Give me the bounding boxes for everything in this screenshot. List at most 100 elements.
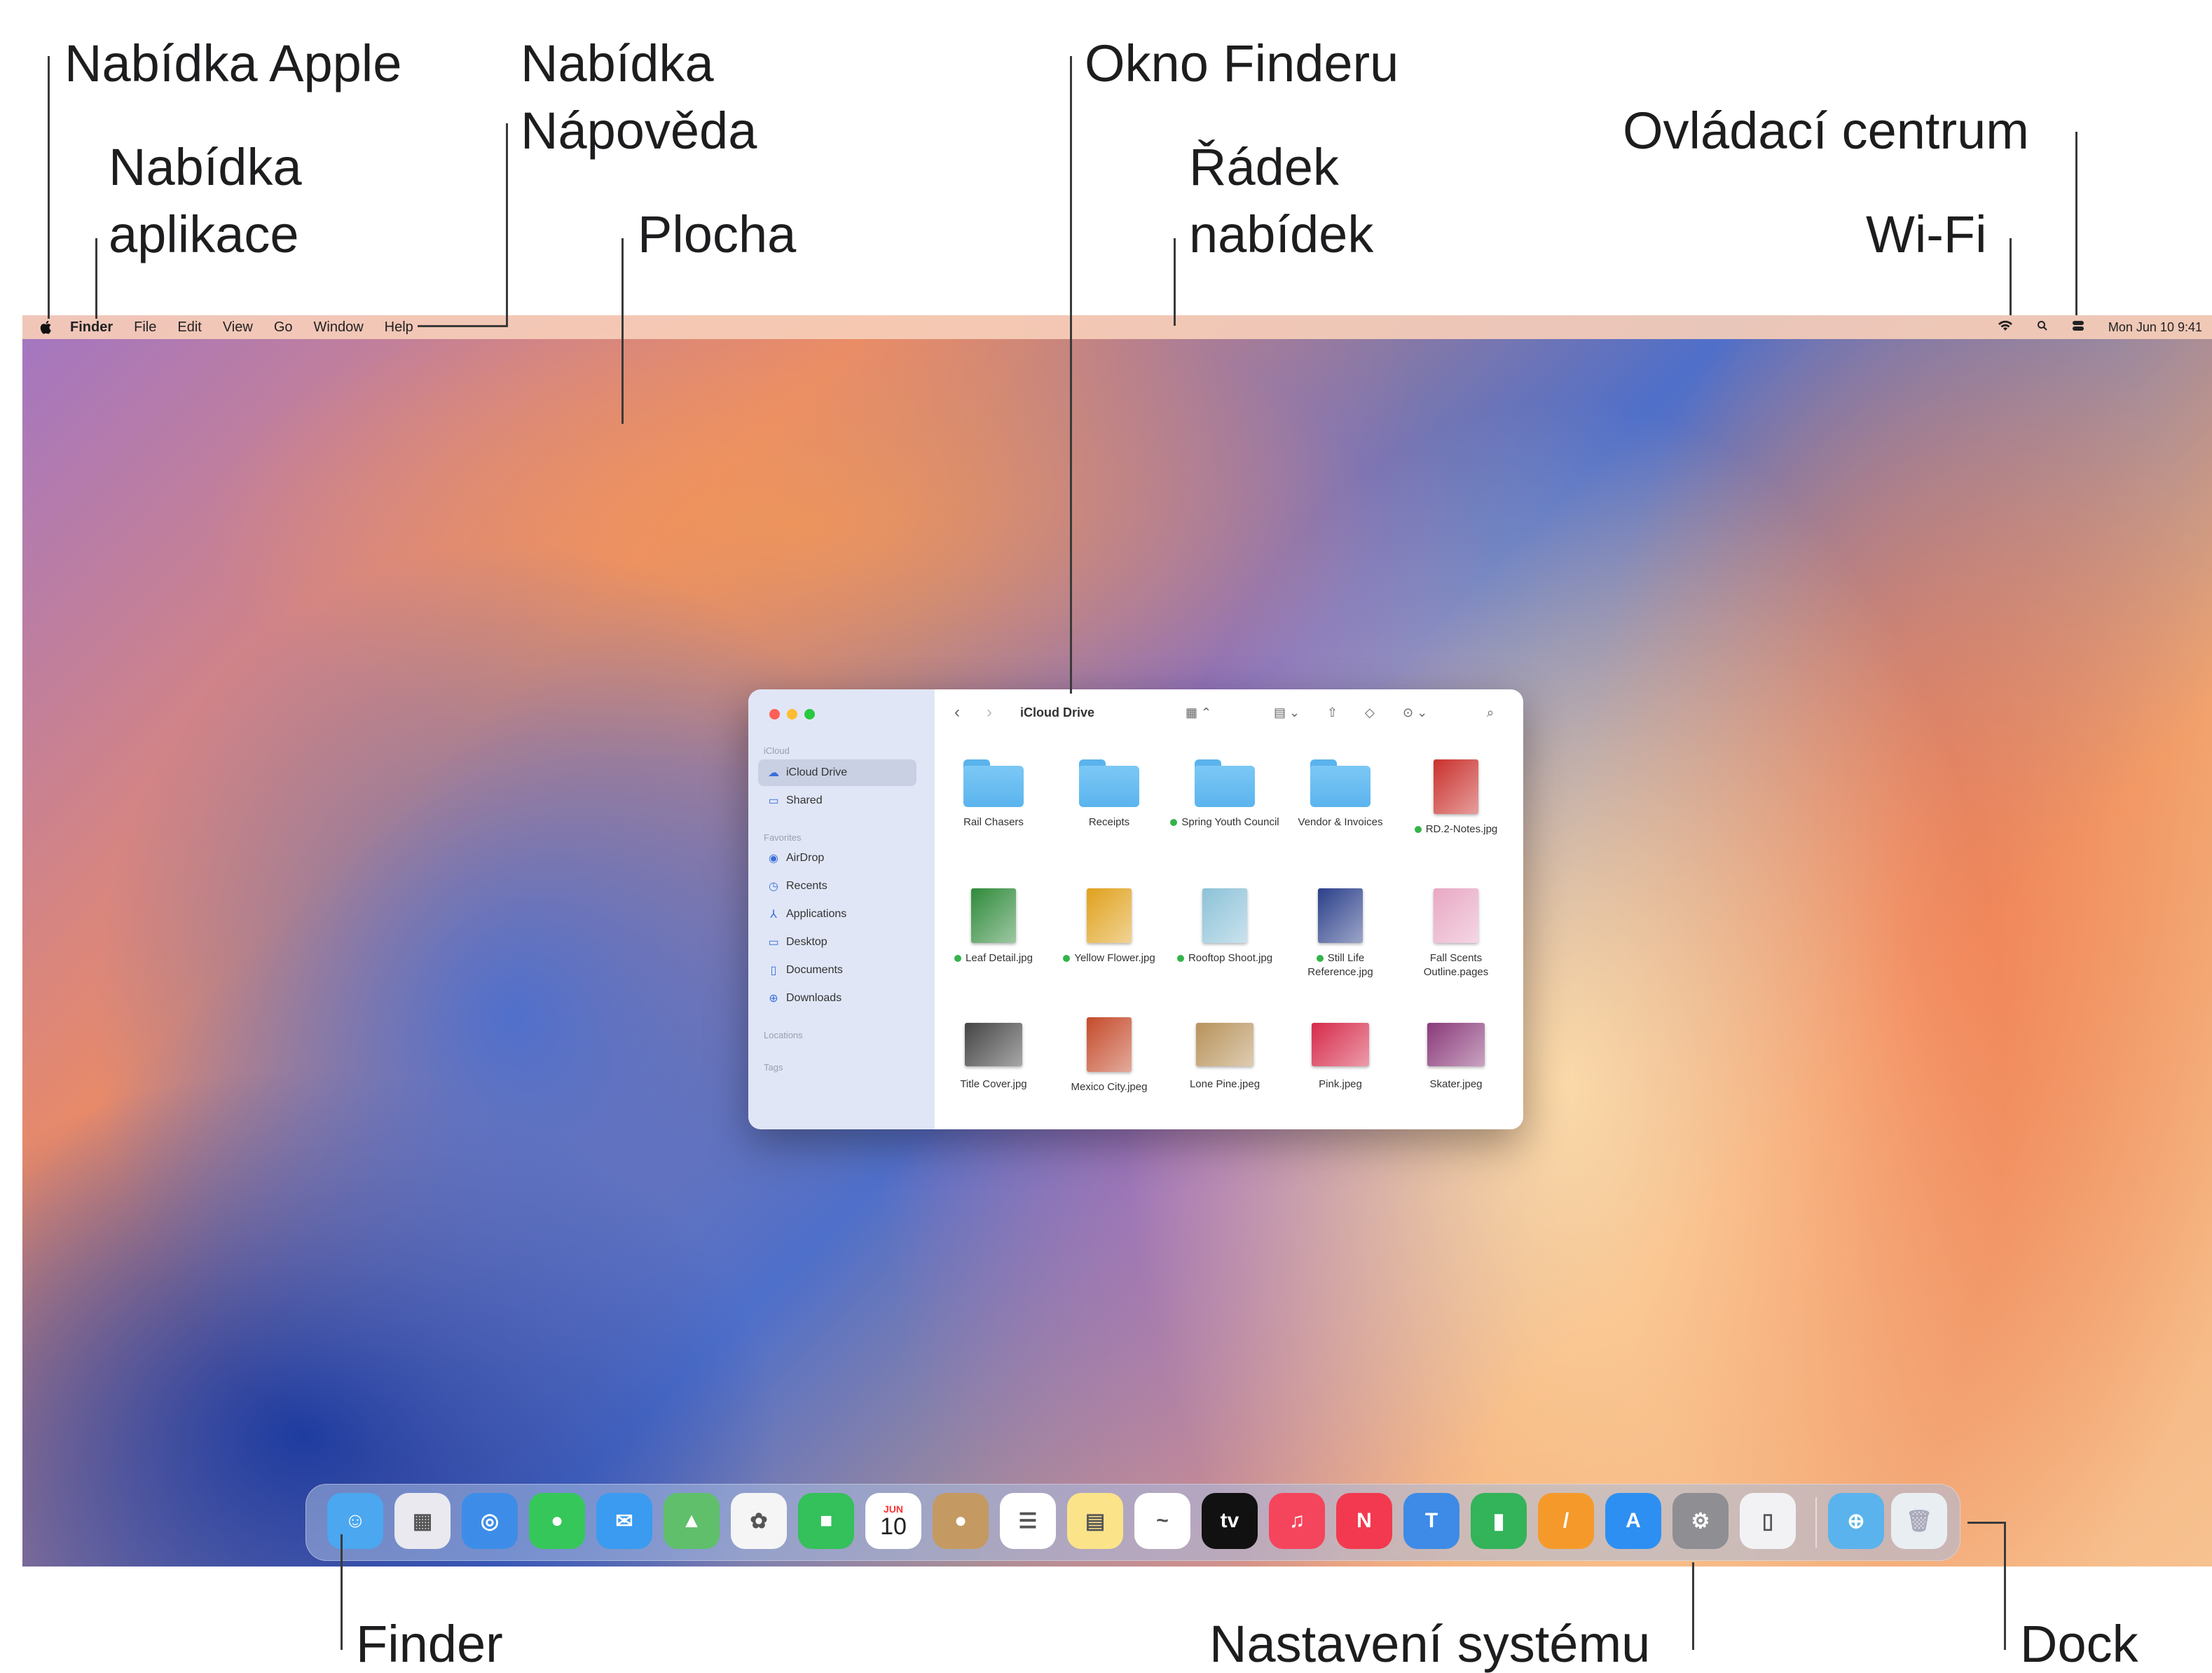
cloud-icon: ☁ bbox=[768, 767, 779, 779]
file-item[interactable]: Yellow Flower.jpg bbox=[1053, 888, 1165, 965]
download-icon: ⊕ bbox=[769, 993, 778, 1005]
file-item[interactable]: Leaf Detail.jpg bbox=[937, 888, 1050, 965]
leader-apple-menu bbox=[48, 56, 50, 319]
folder-item[interactable]: Receipts bbox=[1053, 759, 1165, 829]
iphone-mirroring-icon[interactable]: ▯ bbox=[1740, 1493, 1796, 1549]
callout-control-center: Ovládací centrum bbox=[1623, 102, 2029, 160]
control-center-icon[interactable] bbox=[2072, 320, 2084, 335]
sidebar-item-applications[interactable]: ⅄ Applications bbox=[758, 901, 916, 928]
launchpad-icon[interactable]: ▦ bbox=[394, 1493, 451, 1549]
menu-finder[interactable]: Finder bbox=[70, 319, 113, 336]
folder-item[interactable]: Spring Youth Council bbox=[1169, 759, 1281, 829]
freeform-icon[interactable]: ~ bbox=[1134, 1493, 1190, 1549]
folder-icon bbox=[1079, 759, 1139, 807]
file-item[interactable]: Pink.jpeg bbox=[1284, 1017, 1396, 1092]
clock-icon: ◷ bbox=[769, 881, 778, 893]
mail-icon[interactable]: ✉ bbox=[596, 1493, 652, 1549]
callout-system-settings: Nastavení systému bbox=[1209, 1615, 1651, 1673]
menu-go[interactable]: Go bbox=[274, 319, 293, 336]
facetime-icon[interactable]: ■ bbox=[798, 1493, 854, 1549]
wifi-icon[interactable] bbox=[1998, 320, 2013, 335]
notes-icon[interactable]: ▤ bbox=[1067, 1493, 1123, 1549]
close-button[interactable] bbox=[769, 709, 780, 720]
share-icon[interactable]: ⇧ bbox=[1327, 705, 1338, 720]
file-name: Rooftop Shoot.jpg bbox=[1188, 952, 1273, 964]
tag-icon[interactable]: ◇ bbox=[1365, 705, 1375, 720]
file-label: Spring Youth Council bbox=[1169, 815, 1281, 829]
messages-icon[interactable]: ● bbox=[529, 1493, 585, 1549]
maps-icon[interactable]: ▲ bbox=[664, 1493, 720, 1549]
forward-chevron-icon[interactable]: › bbox=[987, 703, 992, 722]
leader-help-menu-h bbox=[418, 325, 508, 327]
leader-control-center bbox=[2075, 132, 2077, 315]
finder-icon[interactable]: ☺ bbox=[327, 1493, 383, 1549]
music-icon[interactable]: ♫ bbox=[1269, 1493, 1325, 1549]
sidebar-item-shared[interactable]: ▭ Shared bbox=[758, 787, 916, 814]
sidebar-item-label: iCloud Drive bbox=[786, 766, 848, 778]
calendar-icon[interactable]: JUN 10 bbox=[865, 1493, 921, 1549]
sidebar-item-label: Downloads bbox=[786, 992, 842, 1004]
news-icon[interactable]: N bbox=[1336, 1493, 1392, 1549]
file-item[interactable]: Lone Pine.jpeg bbox=[1169, 1017, 1281, 1092]
safari-icon[interactable]: ◎ bbox=[462, 1493, 518, 1549]
menu-window[interactable]: Window bbox=[314, 319, 364, 336]
menu-edit[interactable]: Edit bbox=[177, 319, 201, 336]
applications-icon: ⅄ bbox=[770, 909, 777, 921]
photos-icon[interactable]: ✿ bbox=[731, 1493, 787, 1549]
back-chevron-icon[interactable]: ‹ bbox=[954, 703, 960, 722]
trash-icon[interactable]: 🗑 bbox=[1891, 1493, 1947, 1549]
folder-item[interactable]: Rail Chasers bbox=[937, 759, 1050, 829]
minimize-button[interactable] bbox=[787, 709, 797, 720]
leader-dock-h bbox=[1967, 1522, 2006, 1524]
sidebar-item-desktop[interactable]: ▭ Desktop bbox=[758, 929, 916, 956]
desktop[interactable]: Finder File Edit View Go Window Help Mon… bbox=[22, 315, 2212, 1567]
sidebar-header-locations: Locations bbox=[764, 1030, 803, 1040]
sidebar-item-recents[interactable]: ◷ Recents bbox=[758, 873, 916, 900]
sidebar-item-label: Desktop bbox=[786, 936, 827, 948]
file-item[interactable]: Skater.jpeg bbox=[1400, 1017, 1512, 1092]
menubar-clock[interactable]: Mon Jun 10 9:41 bbox=[2108, 320, 2202, 335]
menu-file[interactable]: File bbox=[134, 319, 156, 336]
file-item[interactable]: Title Cover.jpg bbox=[937, 1017, 1050, 1092]
sidebar-header-icloud: iCloud bbox=[764, 745, 790, 756]
file-item[interactable]: Still Life Reference.jpg bbox=[1284, 888, 1396, 979]
sidebar-item-documents[interactable]: ▯ Documents bbox=[758, 957, 916, 984]
sidebar-item-label: Shared bbox=[786, 794, 823, 806]
leader-app-menu bbox=[95, 238, 97, 319]
file-label: Vendor & Invoices bbox=[1284, 815, 1396, 829]
file-item[interactable]: Mexico City.jpeg bbox=[1053, 1017, 1165, 1094]
sidebar-item-downloads[interactable]: ⊕ Downloads bbox=[758, 985, 916, 1012]
keynote-icon[interactable]: T bbox=[1403, 1493, 1459, 1549]
file-item[interactable]: Fall Scents Outline.pages bbox=[1400, 888, 1512, 979]
sidebar-header-tags: Tags bbox=[764, 1062, 783, 1073]
leader-wifi bbox=[2010, 238, 2012, 315]
file-item[interactable]: Rooftop Shoot.jpg bbox=[1169, 888, 1281, 965]
dock: ☺ ▦ ◎ ● ✉ ▲ ✿ ■ JUN 10 ● ☰ ▤ ~ tv ♫ N T ▮ / A ⚙ ▯ ⊕ 🗑 bbox=[305, 1484, 1960, 1561]
sidebar-item-icloud-drive[interactable]: ☁ iCloud Drive bbox=[758, 759, 916, 786]
file-thumbnail bbox=[1312, 1023, 1369, 1066]
reminders-icon[interactable]: ☰ bbox=[1000, 1493, 1056, 1549]
system-settings-icon[interactable]: ⚙ bbox=[1672, 1493, 1729, 1549]
shared-folder-icon: ▭ bbox=[768, 795, 779, 807]
more-actions-icon[interactable]: ⊙ ⌄ bbox=[1403, 705, 1427, 720]
numbers-icon[interactable]: ▮ bbox=[1471, 1493, 1527, 1549]
spotlight-search-icon[interactable] bbox=[2037, 320, 2048, 335]
finder-window[interactable]: iCloud ☁ iCloud Drive ▭ Shared Favorites… bbox=[748, 689, 1523, 1129]
icon-view-icon[interactable]: ▦ ⌃ bbox=[1186, 705, 1211, 720]
leader-help-menu bbox=[506, 123, 508, 326]
menu-view[interactable]: View bbox=[223, 319, 253, 336]
group-icon[interactable]: ▤ ⌄ bbox=[1274, 705, 1300, 720]
file-item[interactable]: RD.2-Notes.jpg bbox=[1400, 759, 1512, 836]
tv-icon[interactable]: tv bbox=[1202, 1493, 1258, 1549]
contacts-icon[interactable]: ● bbox=[933, 1493, 989, 1549]
zoom-button[interactable] bbox=[804, 709, 815, 720]
app-store-icon[interactable]: A bbox=[1605, 1493, 1661, 1549]
search-icon[interactable]: ⌕ bbox=[1487, 705, 1494, 720]
pages-icon[interactable]: / bbox=[1538, 1493, 1594, 1549]
file-name: Spring Youth Council bbox=[1181, 816, 1279, 828]
menu-help[interactable]: Help bbox=[385, 319, 413, 336]
sidebar-item-airdrop[interactable]: ◉ AirDrop bbox=[758, 845, 916, 872]
folder-item[interactable]: Vendor & Invoices bbox=[1284, 759, 1396, 829]
downloads-stack-icon[interactable]: ⊕ bbox=[1828, 1493, 1884, 1549]
apple-menu-icon[interactable] bbox=[39, 320, 52, 334]
